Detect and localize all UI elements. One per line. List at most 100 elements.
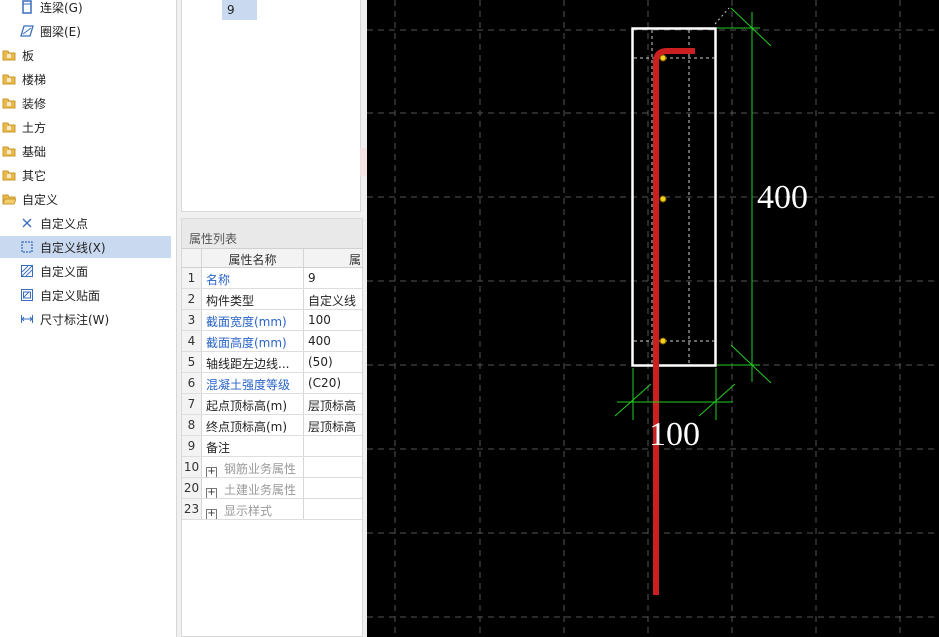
grip-point-middle[interactable] — [659, 195, 667, 203]
property-group-header[interactable]: + 钢筋业务属性 — [202, 457, 304, 477]
height-dimension-label: 400 — [757, 179, 808, 216]
header-name-col[interactable]: 属性名称 — [202, 249, 304, 267]
property-value — [304, 499, 362, 519]
tree-item-custom-facing[interactable]: 自定义贴面 — [0, 284, 177, 306]
property-value[interactable]: 层顶标高 — [304, 394, 362, 414]
property-group-header[interactable]: + 土建业务属性 — [202, 478, 304, 498]
properties-panel: 属性列表 属性名称 属 1 名称 9 2 构件类型 自定义线 3 截面宽度(mm) 100 4 截面… — [181, 218, 363, 637]
property-row[interactable]: 23 + 显示样式 — [182, 499, 362, 520]
component-list-selected-item[interactable]: 9 — [222, 0, 257, 20]
property-row-index: 20 — [182, 478, 202, 498]
tree-folder-decoration[interactable]: 装修 — [0, 92, 177, 114]
custom-point-icon — [20, 216, 34, 230]
tree-folder-slab[interactable]: 板 — [0, 44, 177, 66]
property-row[interactable]: 8 终点顶标高(m) 层顶标高 — [182, 415, 362, 436]
property-name: 混凝土强度等级 — [202, 373, 304, 393]
property-group-label: 土建业务属性 — [224, 483, 297, 497]
property-name: 轴线距左边线... — [202, 352, 304, 372]
custom-facing-icon — [20, 288, 34, 302]
property-row-index: 6 — [182, 373, 202, 393]
folder-open-icon — [2, 192, 16, 206]
property-row[interactable]: 9 备注 — [182, 436, 362, 457]
tree-item-coupling-beam[interactable]: 连梁(G) — [0, 0, 177, 18]
tree-item-custom-point[interactable]: 自定义点 — [0, 212, 177, 234]
property-value[interactable]: 9 — [304, 268, 362, 288]
grip-point-bottom[interactable] — [659, 337, 667, 345]
app-window: 连梁(G) 圈梁(E) 板 楼梯 装修 土方 基础 其它 自定义 自定义点 自定… — [0, 0, 939, 637]
property-value[interactable] — [304, 436, 362, 456]
property-row-index: 8 — [182, 415, 202, 435]
properties-rows: 1 名称 9 2 构件类型 自定义线 3 截面宽度(mm) 100 4 截面高度(mm) 400 5 轴线… — [182, 268, 362, 520]
property-row-index: 10 — [182, 457, 202, 477]
folder-icon — [2, 48, 16, 62]
property-row-index: 5 — [182, 352, 202, 372]
beam-column-icon — [20, 0, 34, 14]
expand-icon[interactable]: + — [206, 509, 217, 519]
property-row-index: 2 — [182, 289, 202, 309]
header-value-col[interactable]: 属 — [304, 249, 362, 267]
properties-title: 属性列表 — [182, 219, 362, 249]
ring-beam-icon — [20, 24, 34, 38]
middle-panel: 9 属性列表 属性名称 属 1 名称 9 2 构件类型 自定义线 3 截面宽度(mm) 100 4… — [177, 0, 367, 637]
width-dimension[interactable] — [614, 368, 736, 420]
property-row-index: 7 — [182, 394, 202, 414]
property-row-index: 4 — [182, 331, 202, 351]
property-row[interactable]: 6 混凝土强度等级 (C20) — [182, 373, 362, 394]
tree-folder-earthwork[interactable]: 土方 — [0, 116, 177, 138]
custom-line-icon — [20, 240, 34, 254]
header-index-col — [182, 249, 202, 267]
property-row[interactable]: 4 截面高度(mm) 400 — [182, 331, 362, 352]
property-row[interactable]: 3 截面宽度(mm) 100 — [182, 310, 362, 331]
property-row[interactable]: 7 起点顶标高(m) 层顶标高 — [182, 394, 362, 415]
leader-line — [714, 7, 730, 25]
property-value[interactable]: (50) — [304, 352, 362, 372]
folder-icon — [2, 96, 16, 110]
property-name: 截面宽度(mm) — [202, 310, 304, 330]
property-row-index: 23 — [182, 499, 202, 519]
drawing-canvas[interactable]: 400 100 — [367, 0, 939, 637]
property-row[interactable]: 20 + 土建业务属性 — [182, 478, 362, 499]
folder-icon — [2, 168, 16, 182]
property-group-header[interactable]: + 显示样式 — [202, 499, 304, 519]
property-name: 终点顶标高(m) — [202, 415, 304, 435]
property-name: 截面高度(mm) — [202, 331, 304, 351]
property-name: 构件类型 — [202, 289, 304, 309]
folder-icon — [2, 72, 16, 86]
property-value — [304, 457, 362, 477]
property-value[interactable]: 100 — [304, 310, 362, 330]
tree-item-ring-beam[interactable]: 圈梁(E) — [0, 20, 177, 42]
tree-item-custom-face[interactable]: 自定义面 — [0, 260, 177, 282]
grip-point-top[interactable] — [659, 54, 667, 62]
property-group-label: 钢筋业务属性 — [224, 462, 297, 476]
property-row[interactable]: 5 轴线距左边线... (50) — [182, 352, 362, 373]
property-name: 名称 — [202, 268, 304, 288]
property-value[interactable]: 自定义线 — [304, 289, 362, 309]
property-value[interactable]: (C20) — [304, 373, 362, 393]
property-group-label: 显示样式 — [224, 504, 273, 518]
dimension-icon — [20, 312, 34, 326]
tree-item-dimension[interactable]: 尺寸标注(W) — [0, 308, 177, 330]
property-row[interactable]: 10 + 钢筋业务属性 — [182, 457, 362, 478]
component-tree: 连梁(G) 圈梁(E) 板 楼梯 装修 土方 基础 其它 自定义 自定义点 自定… — [0, 0, 177, 637]
property-row[interactable]: 2 构件类型 自定义线 — [182, 289, 362, 310]
tree-folder-custom[interactable]: 自定义 — [0, 188, 177, 210]
folder-icon — [2, 120, 16, 134]
property-value — [304, 478, 362, 498]
component-list: 9 — [181, 0, 361, 212]
property-row-index: 9 — [182, 436, 202, 456]
property-value[interactable]: 层顶标高 — [304, 415, 362, 435]
expand-icon[interactable]: + — [206, 467, 217, 477]
property-row-index: 1 — [182, 268, 202, 288]
tree-item-custom-line[interactable]: 自定义线(X) — [0, 236, 171, 258]
folder-icon — [2, 144, 16, 158]
property-row[interactable]: 1 名称 9 — [182, 268, 362, 289]
expand-icon[interactable]: + — [206, 488, 217, 498]
canvas-svg[interactable]: 400 100 — [367, 0, 939, 637]
tree-folder-other[interactable]: 其它 — [0, 164, 177, 186]
width-dimension-label: 100 — [649, 416, 700, 453]
property-value[interactable]: 400 — [304, 331, 362, 351]
tree-folder-foundation[interactable]: 基础 — [0, 140, 177, 162]
tree-folder-stairs[interactable]: 楼梯 — [0, 68, 177, 90]
property-row-index: 3 — [182, 310, 202, 330]
property-name: 备注 — [202, 436, 304, 456]
